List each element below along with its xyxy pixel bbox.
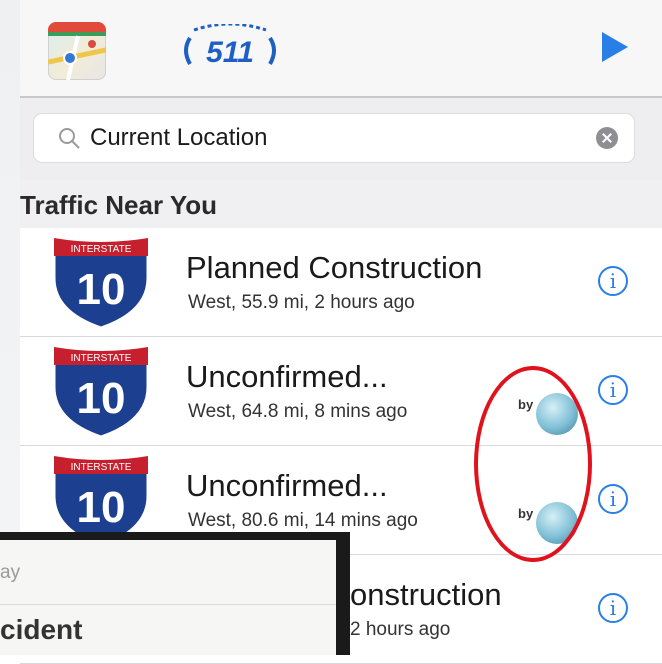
item-title: Unconfirmed... bbox=[186, 468, 388, 503]
item-subtitle: West, 55.9 mi, 2 hours ago bbox=[188, 292, 415, 313]
item-title: Unconfirmed... bbox=[186, 359, 388, 394]
item-subtitle: West, 80.6 mi, 14 mins ago bbox=[188, 510, 418, 531]
shield-top-text: INTERSTATE bbox=[71, 244, 132, 255]
search-value: Current Location bbox=[90, 124, 268, 151]
item-subtitle: 2 hours ago bbox=[350, 619, 451, 640]
list-item[interactable]: INTERSTATE 10 Planned Construction West,… bbox=[20, 228, 662, 337]
section-header: Traffic Near You bbox=[20, 180, 662, 228]
shield-number: 10 bbox=[77, 265, 126, 314]
511-logo: 511 bbox=[180, 22, 280, 77]
info-icon[interactable]: i bbox=[598, 593, 628, 623]
search-icon bbox=[59, 128, 80, 149]
item-title: onstruction bbox=[350, 577, 502, 612]
search-input[interactable]: Current Location bbox=[34, 114, 634, 162]
shield-top-text: INTERSTATE bbox=[71, 462, 132, 473]
interstate-shield-icon: INTERSTATE 10 bbox=[52, 236, 150, 330]
play-icon[interactable] bbox=[600, 30, 630, 64]
info-icon[interactable]: i bbox=[598, 375, 628, 405]
item-title: Planned Construction bbox=[186, 250, 483, 285]
top-toolbar: 511 bbox=[20, 0, 662, 98]
overlapping-screenshot: ay cident bbox=[0, 532, 350, 655]
overlay-fragment-bottom: cident bbox=[0, 614, 83, 645]
overlay-divider bbox=[0, 604, 336, 605]
search-bar-container: Current Location bbox=[20, 98, 662, 180]
info-icon[interactable]: i bbox=[598, 484, 628, 514]
maps-app-icon[interactable] bbox=[48, 22, 106, 80]
clear-icon[interactable] bbox=[596, 127, 618, 149]
highlight-annotation bbox=[474, 366, 592, 562]
info-icon[interactable]: i bbox=[598, 266, 628, 296]
overlay-panel: ay cident bbox=[0, 540, 336, 655]
logo-text: 511 bbox=[206, 36, 254, 69]
overlay-fragment-top: ay bbox=[0, 562, 21, 583]
interstate-shield-icon: INTERSTATE 10 bbox=[52, 345, 150, 439]
item-subtitle: West, 64.8 mi, 8 mins ago bbox=[188, 401, 408, 422]
shield-number: 10 bbox=[77, 483, 126, 532]
shield-top-text: INTERSTATE bbox=[71, 353, 132, 364]
section-title: Traffic Near You bbox=[20, 190, 217, 220]
shield-number: 10 bbox=[77, 374, 126, 423]
